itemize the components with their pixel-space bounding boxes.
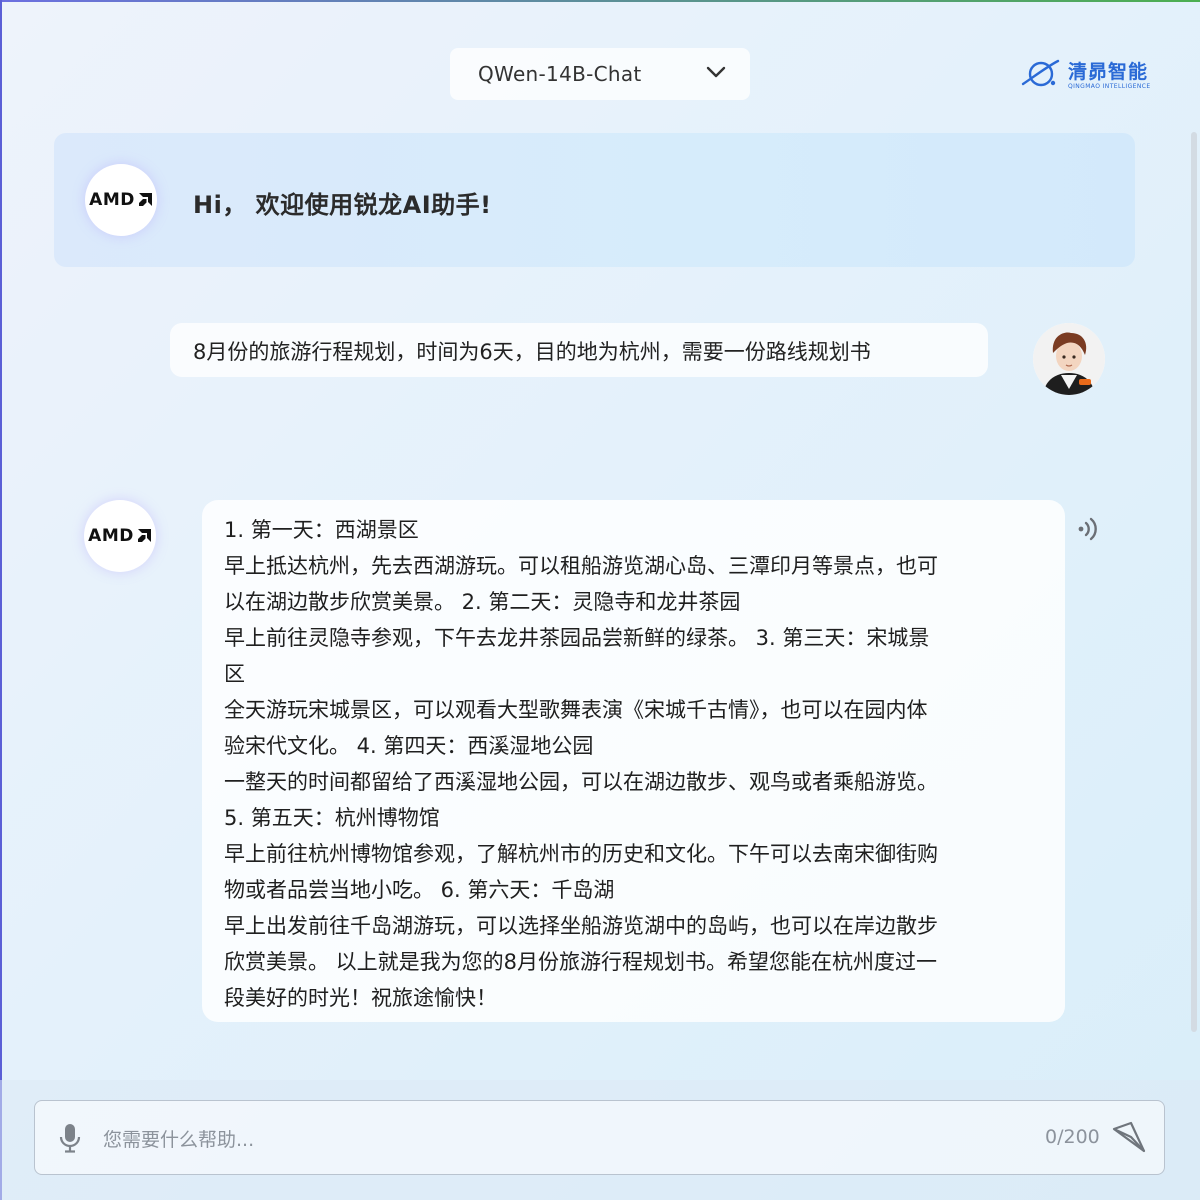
assistant-line: 早上前往灵隐寺参观，下午去龙井茶园品尝新鲜的绿茶。 3. 第三天：宋城景 (224, 626, 930, 650)
assistant-line: 一整天的时间都留给了西溪湿地公园，可以在湖边散步、观鸟或者乘船游览。 (224, 770, 938, 794)
message-input[interactable]: 您需要什么帮助... 0/200 (34, 1100, 1165, 1175)
amd-logo-text: AMD (88, 526, 134, 546)
amd-arrow-icon (138, 193, 152, 206)
assistant-line: 早上抵达杭州，先去西湖游玩。可以租船游览湖心岛、三潭印月等景点，也可 (224, 554, 938, 578)
orbit-logo-icon (1021, 59, 1060, 87)
assistant-line: 1. 第一天：西湖景区 (224, 518, 419, 542)
assistant-line: 物或者品尝当地小吃。 6. 第六天：千岛湖 (224, 878, 615, 902)
assistant-line: 早上出发前往千岛湖游玩，可以选择坐船游览湖中的岛屿，也可以在岸边散步 (224, 914, 938, 938)
assistant-line: 全天游玩宋城景区，可以观看大型歌舞表演《宋城千古情》，也可以在园内体 (224, 698, 928, 722)
window-top-border (0, 0, 1200, 2)
user-avatar (1033, 323, 1105, 395)
welcome-message: Hi， 欢迎使用锐龙AI助手! (193, 191, 492, 219)
user-message-text: 8月份的旅游行程规划，时间为6天，目的地为杭州，需要一份路线规划书 (193, 340, 871, 364)
microphone-icon[interactable] (57, 1123, 83, 1153)
user-message-bubble: 8月份的旅游行程规划，时间为6天，目的地为杭州，需要一份路线规划书 (170, 323, 988, 377)
chevron-down-icon (704, 60, 728, 88)
assistant-message-bubble: 1. 第一天：西湖景区 早上抵达杭州，先去西湖游玩。可以租船游览湖心岛、三潭印月… (202, 500, 1065, 1022)
assistant-line: 验宋代文化。 4. 第四天：西溪湿地公园 (224, 734, 594, 758)
send-icon[interactable] (1111, 1119, 1147, 1155)
char-counter: 0/200 (1045, 1126, 1100, 1148)
assistant-line: 段美好的时光！祝旅途愉快！ (224, 986, 497, 1010)
amd-logo-text: AMD (89, 190, 135, 210)
speaker-icon[interactable] (1074, 514, 1104, 544)
brand-logo: 清昴智能 QINGMAO INTELLIGENCE (1020, 56, 1180, 96)
assistant-line: 欣赏美景。 以上就是我为您的8月份旅游行程规划书。希望您能在杭州度过一 (224, 950, 938, 974)
input-placeholder: 您需要什么帮助... (103, 1129, 255, 1151)
assistant-reply-avatar: AMD (84, 500, 156, 572)
assistant-line: 5. 第五天：杭州博物馆 (224, 806, 440, 830)
model-select[interactable]: QWen-14B-Chat (450, 48, 750, 100)
amd-logo: AMD (88, 526, 152, 546)
amd-arrow-icon (137, 529, 151, 542)
chat-scrollbar[interactable] (1188, 130, 1200, 1032)
amd-logo: AMD (89, 190, 153, 210)
welcome-card: AMD Hi， 欢迎使用锐龙AI助手! (54, 133, 1135, 267)
model-select-value: QWen-14B-Chat (478, 62, 642, 86)
assistant-line: 早上前往杭州博物馆参观，了解杭州市的历史和文化。下午可以去南宋御街购 (224, 842, 938, 866)
scrollbar-thumb[interactable] (1191, 132, 1197, 1032)
assistant-line: 区 (224, 662, 245, 686)
brand-name: 清昴智能 (1068, 61, 1149, 83)
assistant-line: 以在湖边散步欣赏美景。 2. 第二天：灵隐寺和龙井茶园 (224, 590, 741, 614)
assistant-avatar: AMD (85, 164, 157, 236)
window-left-border (0, 0, 2, 1200)
brand-subtitle: QINGMAO INTELLIGENCE (1068, 83, 1151, 90)
